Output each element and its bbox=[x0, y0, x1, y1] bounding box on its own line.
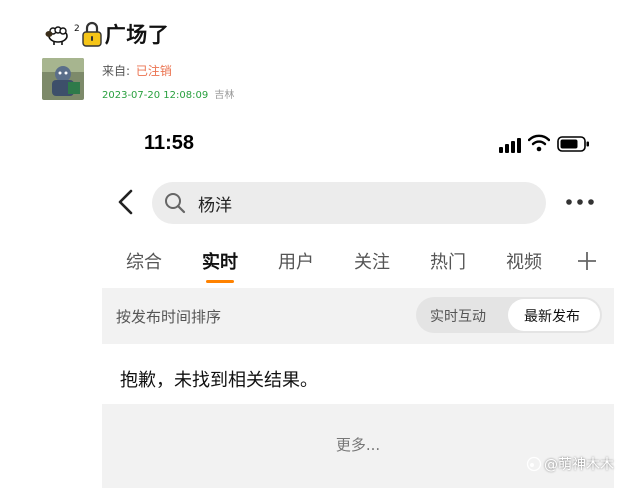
search-query: 杨洋 bbox=[198, 196, 232, 216]
tab-video[interactable]: 视频 bbox=[506, 248, 542, 274]
tab-realtime[interactable]: 实时 bbox=[202, 248, 238, 274]
wifi-icon bbox=[528, 134, 550, 152]
more-area: 更多... bbox=[102, 404, 614, 488]
lock-icon bbox=[82, 21, 102, 47]
post-meta: 2023-07-20 12:08:09 吉林 bbox=[102, 86, 234, 101]
source-line: 来自: 已注销 bbox=[102, 62, 172, 79]
more-icon[interactable] bbox=[564, 194, 596, 210]
sort-option-latest[interactable]: 最新发布 bbox=[524, 306, 580, 326]
post-title: 2 广场了 bbox=[44, 20, 169, 48]
signal-icon bbox=[499, 138, 521, 153]
search-icon bbox=[165, 193, 186, 214]
tab-following[interactable]: 关注 bbox=[354, 248, 390, 274]
phone-screenshot: 11:58 杨洋 综合 实时 用户 关注 热门 视频 按发布时间排序 实时互动 … bbox=[102, 112, 614, 488]
status-bar: 11:58 bbox=[102, 112, 614, 176]
more-link[interactable]: 更多... bbox=[102, 434, 614, 455]
sheep-icon bbox=[45, 26, 68, 45]
tab-comprehensive[interactable]: 综合 bbox=[126, 248, 162, 274]
active-tab-indicator bbox=[206, 280, 234, 283]
watermark-text: @萌神木木 bbox=[544, 457, 614, 473]
tab-hot[interactable]: 热门 bbox=[430, 248, 466, 274]
search-input[interactable]: 杨洋 bbox=[152, 182, 546, 224]
battery-icon bbox=[557, 136, 589, 152]
sort-toggle: 实时互动 最新发布 bbox=[416, 297, 602, 333]
sort-bar: 按发布时间排序 实时互动 最新发布 bbox=[102, 288, 614, 344]
watermark: @萌神木木 bbox=[526, 454, 614, 474]
search-row: 杨洋 bbox=[102, 178, 614, 226]
weibo-watermark-icon bbox=[526, 456, 542, 472]
title-superscript: 2 bbox=[74, 24, 80, 34]
post-title-text: 广场了 bbox=[104, 23, 170, 47]
source-prefix: 来自: bbox=[102, 64, 131, 78]
back-icon[interactable] bbox=[114, 188, 138, 216]
status-time: 11:58 bbox=[144, 132, 195, 154]
empty-result-message: 抱歉，未找到相关结果。 bbox=[120, 370, 318, 391]
avatar[interactable] bbox=[42, 58, 84, 100]
search-tabs: 综合 实时 用户 关注 热门 视频 bbox=[102, 240, 614, 286]
sort-option-interaction[interactable]: 实时互动 bbox=[430, 306, 486, 326]
post-location: 吉林 bbox=[214, 90, 235, 101]
tab-users[interactable]: 用户 bbox=[278, 248, 314, 274]
plus-icon[interactable] bbox=[576, 250, 598, 272]
post-timestamp: 2023-07-20 12:08:09 bbox=[102, 90, 209, 101]
sort-label: 按发布时间排序 bbox=[116, 308, 222, 326]
source-user-link[interactable]: 已注销 bbox=[136, 64, 172, 78]
